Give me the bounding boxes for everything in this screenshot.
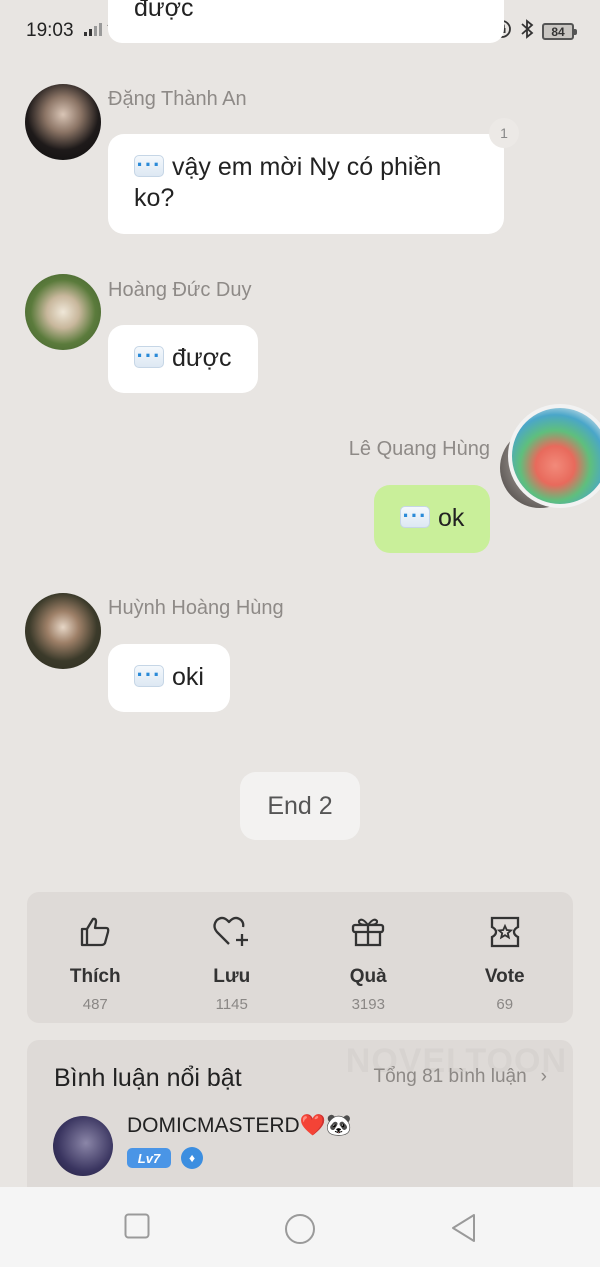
save-label: Lưu [213, 966, 251, 987]
gem-badge-icon: ♦ [181, 1147, 203, 1169]
previous-message-bubble: được [108, 0, 504, 43]
signal-icon [84, 22, 102, 41]
back-button[interactable] [450, 1213, 478, 1248]
avatar[interactable] [25, 84, 101, 160]
ticket-star-icon [488, 912, 522, 952]
save-button[interactable]: Lưu 1145 [164, 892, 301, 1023]
avatar[interactable] [25, 593, 101, 669]
end-label: End 2 [240, 772, 360, 840]
like-label: Thích [69, 966, 121, 987]
chevron-right-icon: › [540, 1066, 547, 1087]
vote-label: Vote [484, 966, 525, 987]
gift-button[interactable]: Quà 3193 [300, 892, 437, 1023]
sender-name: Hoàng Đức Duy [108, 279, 252, 301]
chat-bubble-icon [400, 500, 430, 531]
comments-title: Bình luận nổi bật [54, 1064, 242, 1092]
gift-label: Quà [349, 966, 387, 987]
commenter-name[interactable]: DOMICMASTERD❤️🐼 [127, 1114, 352, 1138]
bluetooth-icon [520, 19, 534, 44]
like-button[interactable]: Thích 487 [27, 892, 164, 1023]
system-navbar [0, 1187, 600, 1267]
sender-name: Đặng Thành An [108, 88, 247, 110]
featured-comments: NOVELTOON Bình luận nổi bật Tổng 81 bình… [27, 1040, 573, 1200]
comment-count-badge[interactable]: 1 [489, 118, 519, 148]
message-text: oki [172, 663, 204, 691]
chat-bubble-icon [134, 149, 164, 180]
message-text: được [172, 344, 232, 372]
recents-button[interactable] [124, 1213, 150, 1244]
comments-total: Tổng 81 bình luận [373, 1066, 527, 1087]
commenter-avatar[interactable] [53, 1116, 113, 1176]
message-text: vậy em mời Ny có phiền ko? [134, 153, 442, 212]
message-bubble[interactable]: oki [108, 644, 230, 712]
heart-plus-icon [212, 912, 252, 952]
gift-count: 3193 [351, 996, 385, 1013]
message-bubble[interactable]: vậy em mời Ny có phiền ko? [108, 134, 504, 234]
vote-button[interactable]: Vote 69 [437, 892, 574, 1023]
comments-total-link[interactable]: Tổng 81 bình luận › [373, 1066, 547, 1088]
vote-count: 69 [496, 996, 514, 1013]
sender-name: Huỳnh Hoàng Hùng [108, 597, 284, 619]
status-time: 19:03 [26, 20, 74, 41]
message-text: được [134, 0, 194, 22]
my-message-bubble[interactable]: ok [374, 485, 491, 553]
action-panel: Thích 487 Lưu 1145 Quà 3193 Vote 69 [27, 892, 573, 1023]
chat-bubble-icon [134, 659, 164, 690]
like-count: 487 [82, 996, 108, 1013]
home-button[interactable] [284, 1213, 316, 1250]
level-badge: Lv7 [127, 1148, 171, 1168]
thumbs-up-icon [78, 912, 112, 952]
battery-indicator: 84 [542, 23, 577, 40]
sender-name: Lê Quang Hùng [348, 438, 490, 460]
gift-icon [350, 912, 386, 952]
save-count: 1145 [215, 996, 248, 1013]
message-bubble[interactable]: được [108, 325, 258, 393]
avatar[interactable] [25, 274, 101, 350]
message-text: ok [438, 504, 465, 532]
chat-bubble-icon [134, 340, 164, 371]
